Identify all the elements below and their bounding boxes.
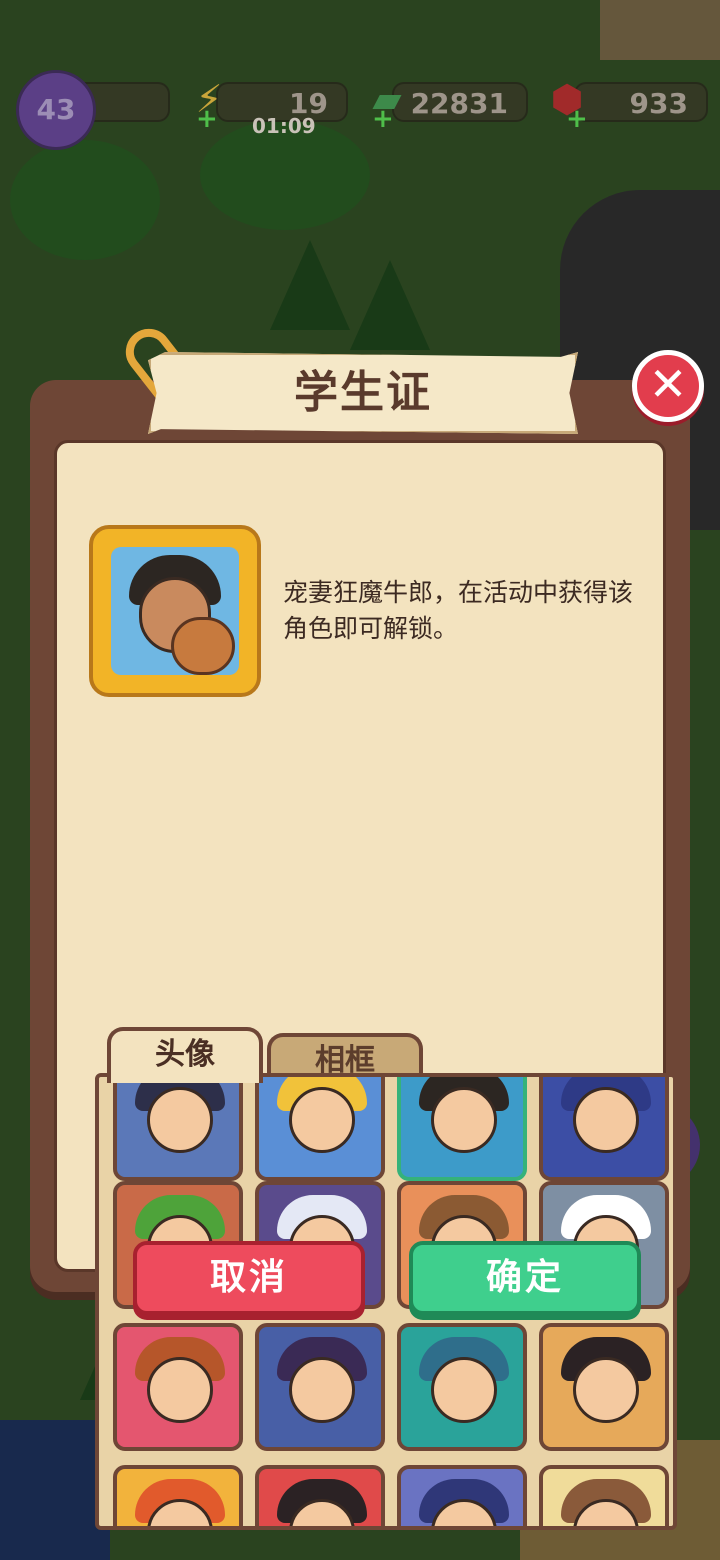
student-card-dialog: 宠妻狂魔牛郎，在活动中获得该角色即可解锁。 相框 头像 取消 确定 学生证 ✕ <box>30 319 704 1530</box>
avatar-option-blue-hair-boy[interactable] <box>397 1465 527 1526</box>
avatar-face <box>289 1087 355 1153</box>
avatar-option-bun-hair-girl[interactable] <box>255 1465 385 1526</box>
top-hud: 43 19 ⚡ + 01:09 22831 ▰ + 933 ⬢ + <box>0 70 720 150</box>
avatar-option-fox-hat[interactable] <box>113 1465 243 1526</box>
avatar-option-witch-hat-woman[interactable] <box>255 1323 385 1451</box>
avatar-option-dark-hair-man[interactable] <box>397 1077 527 1181</box>
close-icon: ✕ <box>648 357 688 411</box>
cash-value: 22831 <box>410 87 508 120</box>
tab-avatar[interactable]: 头像 <box>107 1027 263 1083</box>
avatar-option-snowman[interactable] <box>397 1323 527 1451</box>
avatar-face <box>431 1087 497 1153</box>
cancel-button[interactable]: 取消 <box>133 1241 365 1315</box>
dialog-body: 宠妻狂魔牛郎，在活动中获得该角色即可解锁。 相框 头像 取消 确定 <box>54 440 677 1530</box>
avatar-face <box>573 1087 639 1153</box>
avatar-option-purple-hair-girl[interactable] <box>539 1077 669 1181</box>
gem-counter: 933 <box>574 82 708 122</box>
avatar-option-traditional-lady[interactable] <box>539 1323 669 1451</box>
cash-plus-icon[interactable]: + <box>372 106 394 132</box>
avatar-face <box>147 1357 213 1423</box>
avatar-option-curly-glasses-boy[interactable] <box>255 1077 385 1181</box>
close-button[interactable]: ✕ <box>632 350 704 422</box>
current-avatar-preview <box>83 519 269 701</box>
confirm-button[interactable]: 确定 <box>409 1241 641 1315</box>
avatar-face <box>289 1357 355 1423</box>
avatar-option-tiara-girl[interactable] <box>539 1465 669 1526</box>
energy-timer: 01:09 <box>252 114 316 138</box>
dialog-title: 学生证 <box>294 367 432 418</box>
avatar-option-redhead-woman[interactable] <box>113 1323 243 1451</box>
level-badge[interactable]: 43 <box>16 70 96 150</box>
avatar-face <box>147 1087 213 1153</box>
avatar-portrait <box>111 547 239 675</box>
gem-plus-icon[interactable]: + <box>566 106 588 132</box>
avatar-face <box>431 1357 497 1423</box>
unlock-description: 宠妻狂魔牛郎，在活动中获得该角色即可解锁。 <box>283 578 634 643</box>
avatar-face <box>573 1357 639 1423</box>
gem-value: 933 <box>629 87 688 120</box>
energy-plus-icon[interactable]: + <box>196 106 218 132</box>
avatar-option-hooded-boy[interactable] <box>113 1077 243 1181</box>
title-ribbon: 学生证 <box>148 352 578 434</box>
